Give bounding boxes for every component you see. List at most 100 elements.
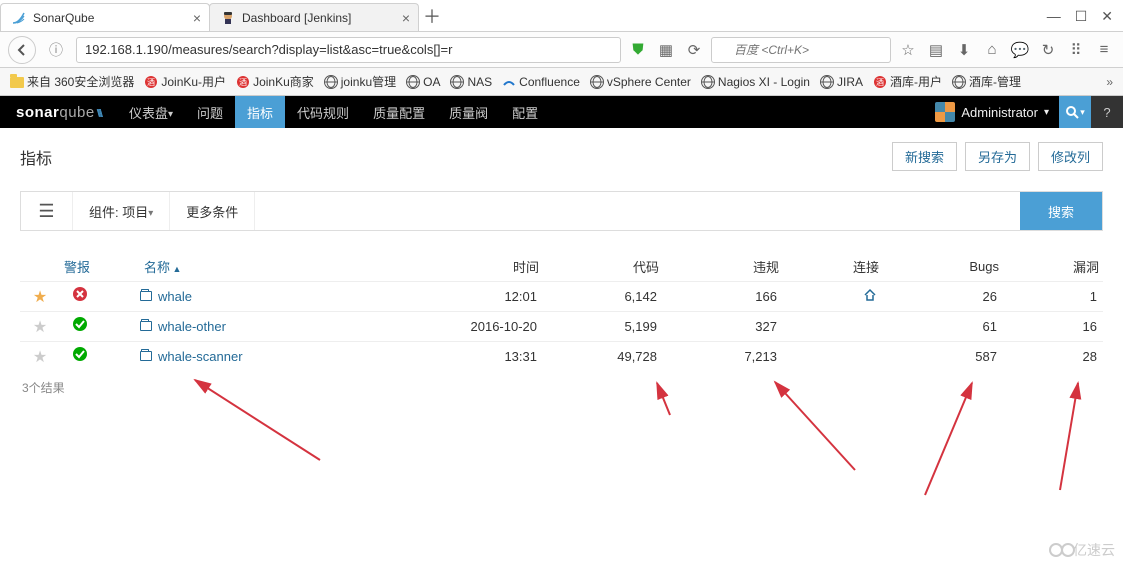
help-button[interactable]: ?	[1091, 96, 1123, 128]
cell-link[interactable]	[783, 288, 883, 305]
list-view-toggle[interactable]: ☰	[21, 192, 73, 230]
close-icon[interactable]: ×	[396, 10, 410, 26]
project-icon	[140, 291, 152, 301]
tab-title: Dashboard [Jenkins]	[242, 11, 396, 25]
chevron-down-icon	[168, 105, 173, 120]
bookmark-item[interactable]: 来自 360安全浏览器	[10, 73, 134, 90]
star-icon[interactable]: ☆	[897, 41, 919, 59]
bookmark-item[interactable]: joinku管理	[324, 73, 396, 90]
browser-tab-active[interactable]: SonarQube ×	[0, 3, 210, 31]
page-title: 指标	[20, 145, 52, 169]
new-tab-button[interactable]: ＋	[418, 3, 446, 31]
header-search-button[interactable]: ▾	[1059, 96, 1091, 128]
maximize-icon[interactable]: ☐	[1075, 8, 1088, 25]
cell-code: 5,199	[543, 319, 663, 334]
page-header: 指标 新搜索另存为修改列	[0, 128, 1123, 177]
bookmark-item[interactable]: 酒酒库-用户	[873, 73, 942, 90]
bookmark-item[interactable]: vSphere Center	[590, 75, 691, 89]
table-row[interactable]: ★whale-other2016-10-205,1993276116	[20, 311, 1103, 341]
bookmark-item[interactable]: OA	[406, 75, 440, 89]
sonarqube-logo[interactable]: sonarqube\\\\	[0, 104, 117, 121]
nav-问题[interactable]: 问题	[185, 96, 235, 128]
favorite-star-icon[interactable]: ★	[20, 347, 60, 367]
project-icon	[140, 351, 152, 361]
nav-代码规则[interactable]: 代码规则	[285, 96, 361, 128]
favorite-star-icon[interactable]: ★	[20, 317, 60, 337]
close-icon[interactable]: ×	[187, 10, 201, 26]
joinku-icon: 酒	[144, 75, 158, 89]
info-icon[interactable]: ⓘ	[42, 36, 70, 64]
status-icon	[60, 286, 100, 307]
bookmark-item[interactable]: 酒JoinKu商家	[236, 73, 314, 90]
bookmarks-overflow[interactable]: »	[1106, 75, 1113, 89]
filter-label: 组件: 项目	[89, 202, 148, 221]
component-filter[interactable]: 组件: 项目	[73, 192, 170, 230]
th-violations[interactable]: 违规	[663, 251, 783, 282]
watermark-text: 亿速云	[1073, 540, 1115, 560]
confluence-icon	[502, 75, 516, 89]
th-alert[interactable]: 警报	[60, 251, 100, 282]
nav-质量配置[interactable]: 质量配置	[361, 96, 437, 128]
status-icon	[60, 346, 100, 367]
favorite-star-icon[interactable]: ★	[20, 287, 60, 307]
puzzle-icon[interactable]: ⠿	[1065, 41, 1087, 59]
url-input[interactable]	[76, 37, 621, 63]
th-code[interactable]: 代码	[543, 251, 663, 282]
main-nav: 仪表盘问题指标代码规则质量配置质量阀配置	[117, 96, 550, 128]
qr-icon[interactable]: ▦	[655, 41, 677, 59]
nav-仪表盘[interactable]: 仪表盘	[117, 96, 185, 128]
nav-指标[interactable]: 指标	[235, 96, 285, 128]
project-name[interactable]: whale	[140, 289, 423, 304]
table-body: ★whale12:016,142166261★whale-other2016-1…	[20, 281, 1103, 371]
action-新搜索[interactable]: 新搜索	[892, 142, 957, 171]
bookmark-item[interactable]: 酒JoinKu-用户	[144, 73, 226, 90]
bookmark-item[interactable]: JIRA	[820, 75, 863, 89]
th-vulns[interactable]: 漏洞	[1003, 251, 1103, 282]
table-row[interactable]: ★whale12:016,142166261	[20, 281, 1103, 311]
th-name[interactable]: 名称	[140, 251, 423, 282]
folder-icon	[10, 77, 24, 88]
bookmark-label: Confluence	[519, 75, 580, 89]
status-icon	[60, 316, 100, 337]
more-conditions[interactable]: 更多条件	[170, 192, 255, 230]
action-修改列[interactable]: 修改列	[1038, 142, 1103, 171]
globe-icon	[952, 75, 966, 89]
project-name[interactable]: whale-scanner	[140, 349, 423, 364]
download-icon[interactable]: ⬇	[953, 41, 975, 59]
close-window-icon[interactable]: ✕	[1101, 8, 1113, 25]
reload-icon[interactable]: ⟳	[683, 41, 705, 59]
cell-time: 13:31	[423, 349, 543, 364]
bookmark-item[interactable]: 酒库-管理	[952, 73, 1021, 90]
action-另存为[interactable]: 另存为	[965, 142, 1030, 171]
nav-质量阀[interactable]: 质量阀	[437, 96, 500, 128]
globe-icon	[820, 75, 834, 89]
th-bugs[interactable]: Bugs	[883, 253, 1003, 280]
user-menu[interactable]: Administrator ▾	[925, 102, 1059, 122]
globe-icon	[406, 75, 420, 89]
chat-icon[interactable]: 💬	[1009, 41, 1031, 59]
sync-icon[interactable]: ↻	[1037, 41, 1059, 59]
project-name[interactable]: whale-other	[140, 319, 423, 334]
watermark: 亿速云	[1049, 540, 1115, 560]
user-name: Administrator	[961, 105, 1038, 120]
bookmark-item[interactable]: Nagios XI - Login	[701, 75, 810, 89]
cell-violations: 166	[663, 289, 783, 304]
browser-search-input[interactable]	[711, 37, 891, 63]
bookmark-item[interactable]: NAS	[450, 75, 492, 89]
table-row[interactable]: ★whale-scanner13:3149,7287,21358728	[20, 341, 1103, 371]
th-time[interactable]: 时间	[423, 251, 543, 282]
minimize-icon[interactable]: —	[1047, 8, 1061, 25]
svg-text:酒: 酒	[239, 78, 247, 87]
nav-配置[interactable]: 配置	[500, 96, 550, 128]
browser-tab-inactive[interactable]: Dashboard [Jenkins] ×	[209, 3, 419, 31]
bookmark-item[interactable]: Confluence	[502, 75, 580, 89]
menu-icon[interactable]: ≡	[1093, 41, 1115, 58]
back-button[interactable]	[8, 36, 36, 64]
th-links: 连接	[783, 251, 883, 282]
search-button[interactable]: 搜索	[1020, 192, 1102, 230]
home-icon[interactable]: ⌂	[981, 41, 1003, 58]
project-icon	[140, 321, 152, 331]
address-bar-row: ⓘ ⛊ ▦ ⟳ 🔍 ☆ ▤ ⬇ ⌂ 💬 ↻ ⠿ ≡	[0, 32, 1123, 68]
bookmark-folder-icon[interactable]: ▤	[925, 41, 947, 59]
shield-icon[interactable]: ⛊	[627, 41, 649, 58]
